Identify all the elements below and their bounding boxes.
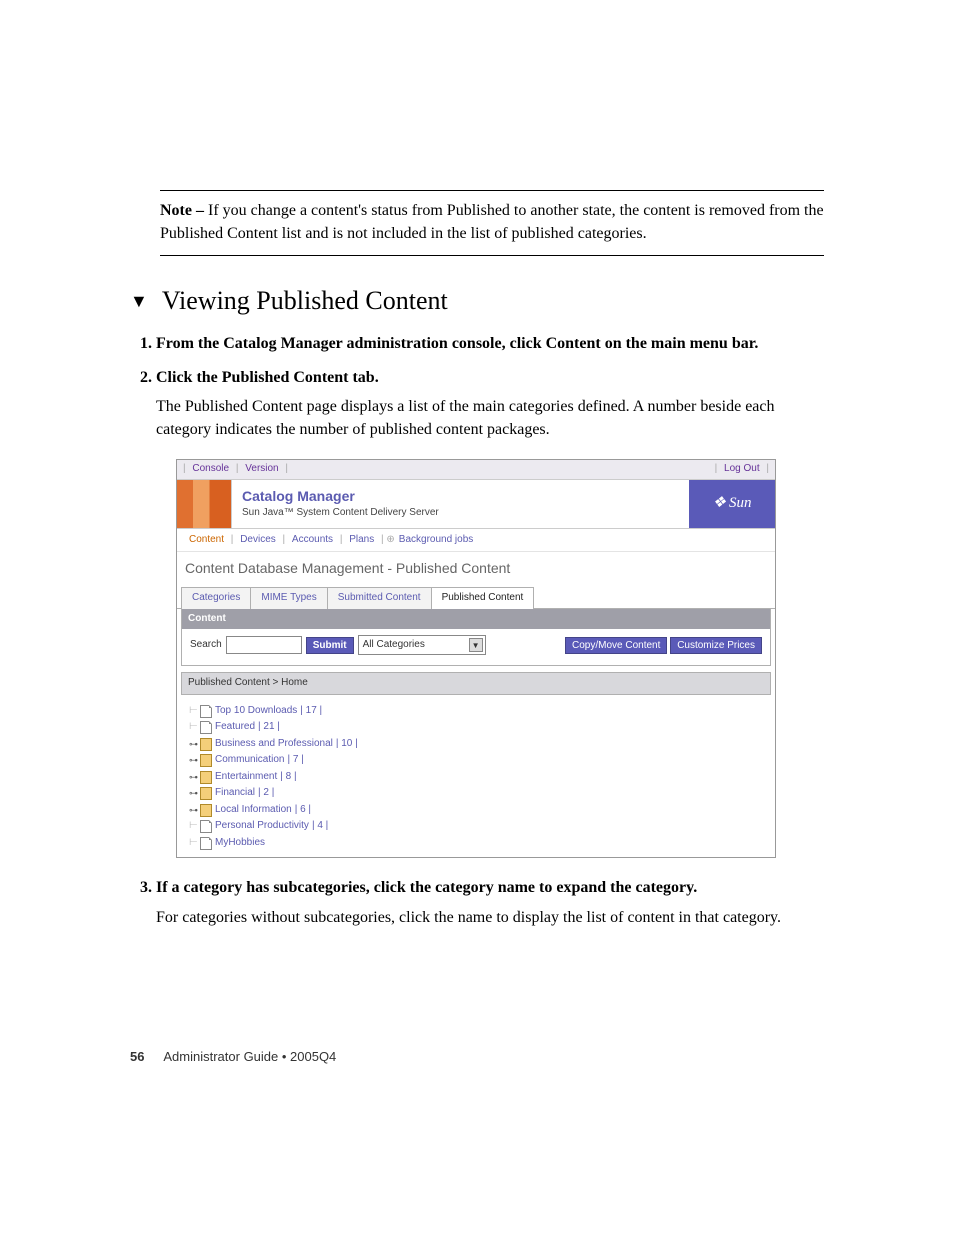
tree-row[interactable]: ⊶ Financial | 2 | xyxy=(189,785,769,802)
tree-label[interactable]: Featured xyxy=(215,720,255,735)
tree-label[interactable]: Communication xyxy=(215,753,284,768)
tree-label[interactable]: Business and Professional xyxy=(215,737,333,752)
tree-row[interactable]: ⊶ Communication | 7 | xyxy=(189,752,769,769)
tab-published[interactable]: Published Content xyxy=(431,587,535,609)
tree-count: | 21 | xyxy=(258,720,280,735)
page-icon xyxy=(200,820,212,833)
page-icon xyxy=(200,705,212,718)
shot-title: Catalog Manager xyxy=(242,486,439,506)
tree-row[interactable]: ⊶ Entertainment | 8 | xyxy=(189,769,769,786)
section-heading: Viewing Published Content xyxy=(162,286,448,316)
tree-count: | 8 | xyxy=(280,770,296,785)
expand-icon[interactable]: ⊶ xyxy=(189,754,197,767)
tree-label[interactable]: Personal Productivity xyxy=(215,819,309,834)
tree-connector-icon: ⊢ xyxy=(189,819,197,834)
panel-header: Content xyxy=(182,609,770,630)
search-input[interactable] xyxy=(226,636,302,654)
search-label: Search xyxy=(190,638,222,653)
shot-menubar: Content | Devices | Accounts | Plans | ⊕… xyxy=(177,529,775,553)
expand-icon[interactable]: ⊶ xyxy=(189,771,197,784)
tree-label[interactable]: Top 10 Downloads xyxy=(215,704,297,719)
step-1-text: From the Catalog Manager administration … xyxy=(156,335,758,352)
category-select[interactable]: All Categories ▼ xyxy=(358,635,486,655)
shot-topbar: | Console | Version | | Log Out | xyxy=(177,460,775,480)
folder-icon xyxy=(200,787,212,800)
sun-logo: ❖Sun xyxy=(689,480,775,528)
shot-subtitle: Sun Java™ System Content Delivery Server xyxy=(242,506,439,521)
submit-button[interactable]: Submit xyxy=(306,637,354,654)
step-2-head: Click the Published Content tab. xyxy=(156,369,379,386)
tree-connector-icon: ⊢ xyxy=(189,836,197,851)
step-3-head: If a category has subcategories, click t… xyxy=(156,879,697,896)
step-1: From the Catalog Manager administration … xyxy=(156,332,824,355)
tab-mime[interactable]: MIME Types xyxy=(250,587,327,609)
expand-icon[interactable]: ⊶ xyxy=(189,804,197,817)
folder-icon xyxy=(200,804,212,817)
tree-count: | 10 | xyxy=(336,737,358,752)
category-tree: ⊢ Top 10 Downloads | 17 | ⊢ Featured | 21 |… xyxy=(177,699,775,858)
books-icon xyxy=(177,480,232,528)
shot-page-title: Content Database Management - Published … xyxy=(177,552,775,586)
note-text: If you change a content's status from Pu… xyxy=(160,202,824,242)
step-3-body: For categories without subcategories, cl… xyxy=(156,906,824,929)
tree-row[interactable]: ⊢ MyHobbies xyxy=(189,835,769,852)
footer-text: Administrator Guide • 2005Q4 xyxy=(163,1049,336,1064)
note-block: Note – If you change a content's status … xyxy=(160,190,824,256)
tree-row[interactable]: ⊢ Featured | 21 | xyxy=(189,719,769,736)
tree-row[interactable]: ⊢ Personal Productivity | 4 | xyxy=(189,818,769,835)
tree-label[interactable]: Entertainment xyxy=(215,770,277,785)
step-2: Click the Published Content tab. The Pub… xyxy=(156,366,824,859)
tree-count: | 7 | xyxy=(287,753,303,768)
tree-row[interactable]: ⊶ Local Information | 6 | xyxy=(189,802,769,819)
menu-devices[interactable]: Devices xyxy=(240,534,276,545)
menu-accounts[interactable]: Accounts xyxy=(292,534,333,545)
note-label: Note – xyxy=(160,202,204,219)
breadcrumb: Published Content > Home xyxy=(181,672,771,695)
shot-header: Catalog Manager Sun Java™ System Content… xyxy=(177,480,775,529)
tree-count: | 6 | xyxy=(295,803,311,818)
triangle-icon: ▼ xyxy=(130,291,148,312)
page-icon xyxy=(200,837,212,850)
folder-icon xyxy=(200,771,212,784)
tab-submitted[interactable]: Submitted Content xyxy=(327,587,432,609)
customize-prices-button[interactable]: Customize Prices xyxy=(670,637,762,654)
page-icon xyxy=(200,721,212,734)
tree-count: | 2 | xyxy=(258,786,274,801)
shot-tabs: Categories MIME Types Submitted Content … xyxy=(177,586,775,609)
page-footer: 56 Administrator Guide • 2005Q4 xyxy=(130,1049,824,1064)
page-number: 56 xyxy=(130,1049,144,1064)
tree-label[interactable]: Financial xyxy=(215,786,255,801)
tree-label[interactable]: MyHobbies xyxy=(215,836,265,851)
content-panel: Content Search Submit All Categories ▼ xyxy=(181,609,771,667)
expand-icon[interactable]: ⊶ xyxy=(189,787,197,800)
tree-count: | 17 | xyxy=(300,704,322,719)
tree-row[interactable]: ⊢ Top 10 Downloads | 17 | xyxy=(189,703,769,720)
folder-icon xyxy=(200,738,212,751)
link-console[interactable]: Console xyxy=(192,463,229,474)
link-logout[interactable]: Log Out xyxy=(724,463,760,474)
step-2-body: The Published Content page displays a li… xyxy=(156,395,824,441)
tab-categories[interactable]: Categories xyxy=(181,587,251,609)
tree-connector-icon: ⊢ xyxy=(189,704,197,719)
tree-count: | 4 | xyxy=(312,819,328,834)
tree-row[interactable]: ⊶ Business and Professional | 10 | xyxy=(189,736,769,753)
tree-connector-icon: ⊢ xyxy=(189,720,197,735)
link-version[interactable]: Version xyxy=(245,463,278,474)
step-3: If a category has subcategories, click t… xyxy=(156,876,824,928)
embedded-screenshot: | Console | Version | | Log Out | xyxy=(176,459,776,858)
chevron-down-icon: ▼ xyxy=(469,638,483,652)
tree-label[interactable]: Local Information xyxy=(215,803,292,818)
menu-plans[interactable]: Plans xyxy=(349,534,374,545)
menu-content[interactable]: Content xyxy=(189,534,224,545)
expand-icon[interactable]: ⊶ xyxy=(189,738,197,751)
menu-jobs[interactable]: Background jobs xyxy=(399,534,474,545)
folder-icon xyxy=(200,754,212,767)
copy-move-button[interactable]: Copy/Move Content xyxy=(565,637,667,654)
